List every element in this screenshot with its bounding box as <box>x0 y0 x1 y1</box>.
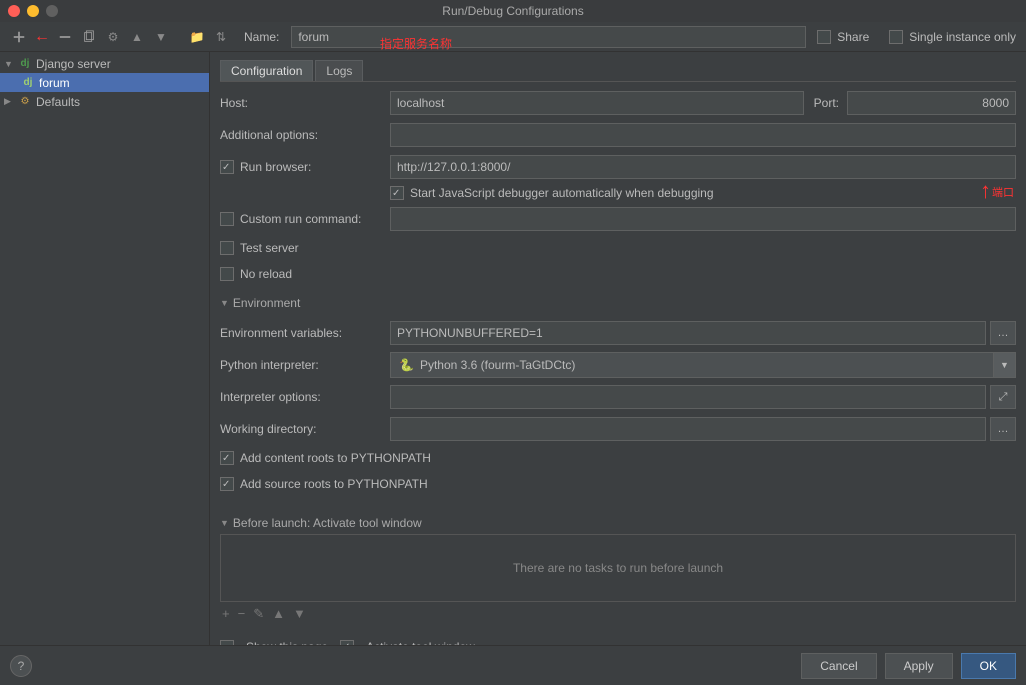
annotation-port-hint: 端口 <box>992 184 1014 200</box>
python-icon: 🐍 <box>399 358 414 372</box>
before-launch-list: There are no tasks to run before launch <box>220 534 1016 602</box>
django-icon: dj <box>17 58 33 69</box>
env-vars-label: Environment variables: <box>220 326 390 340</box>
minimize-icon[interactable] <box>27 5 39 17</box>
show-this-page-checkbox[interactable] <box>220 640 234 645</box>
run-browser-input[interactable] <box>390 155 1016 179</box>
python-interpreter-dropdown[interactable]: 🐍 Python 3.6 (fourm-TaGtDCtc) ▼ <box>390 352 1016 378</box>
chevron-down-icon: ▼ <box>4 59 14 69</box>
annotation-arrow-add: ← <box>34 28 50 46</box>
python-interpreter-label: Python interpreter: <box>220 358 390 372</box>
no-reload-label: No reload <box>220 267 390 281</box>
host-input[interactable] <box>390 91 804 115</box>
add-config-icon[interactable] <box>10 28 28 46</box>
gear-icon: ⚙ <box>17 96 33 107</box>
custom-run-command-input[interactable] <box>390 207 1016 231</box>
edit-task-icon[interactable]: ✎ <box>253 606 264 622</box>
single-instance-label: Single instance only <box>909 30 1016 44</box>
annotation-arrow-port: ↑ <box>980 178 991 204</box>
close-icon[interactable] <box>8 5 20 17</box>
env-vars-input[interactable] <box>390 321 986 345</box>
cancel-button[interactable]: Cancel <box>801 653 876 679</box>
add-content-roots-checkbox[interactable] <box>220 451 234 465</box>
add-source-roots-label: Add source roots to PYTHONPATH <box>220 477 436 491</box>
toolbar: ← ⚙ ▲ ▼ 📁 ⇅ Name: 指定服务名称 Share Single in… <box>0 22 1026 52</box>
move-task-down-icon[interactable]: ▼ <box>293 606 306 622</box>
no-reload-checkbox[interactable] <box>220 267 234 281</box>
start-js-debugger-checkbox[interactable] <box>390 186 404 200</box>
add-content-roots-label: Add content roots to PYTHONPATH <box>220 451 439 465</box>
run-browser-checkbox[interactable] <box>220 160 234 174</box>
remove-task-icon[interactable]: − <box>238 606 246 622</box>
tab-logs[interactable]: Logs <box>315 60 363 81</box>
working-directory-browse-button[interactable]: … <box>990 417 1016 441</box>
sort-icon[interactable]: ⇅ <box>212 28 230 46</box>
environment-section-header[interactable]: ▼ Environment <box>220 296 1016 310</box>
move-up-icon[interactable]: ▲ <box>128 28 146 46</box>
custom-run-command-label: Custom run command: <box>220 212 390 226</box>
test-server-label: Test server <box>220 241 390 255</box>
env-vars-browse-button[interactable]: … <box>990 321 1016 345</box>
add-source-roots-checkbox[interactable] <box>220 477 234 491</box>
remove-config-icon[interactable] <box>56 28 74 46</box>
single-instance-checkbox[interactable] <box>889 30 903 44</box>
name-input[interactable] <box>291 26 806 48</box>
show-this-page-label: Show this page <box>246 640 328 645</box>
main-panel: Configuration Logs Host: Port: Additiona… <box>210 52 1026 645</box>
expand-button[interactable]: ⤢ <box>990 385 1016 409</box>
run-browser-label: Run browser: <box>220 160 390 174</box>
port-label: Port: <box>814 96 839 110</box>
no-tasks-label: There are no tasks to run before launch <box>513 561 723 575</box>
tree-label: Django server <box>36 57 111 71</box>
interpreter-options-label: Interpreter options: <box>220 390 390 404</box>
move-down-icon[interactable]: ▼ <box>152 28 170 46</box>
additional-options-label: Additional options: <box>220 128 390 142</box>
window-controls <box>8 5 58 17</box>
apply-button[interactable]: Apply <box>885 653 953 679</box>
move-task-up-icon[interactable]: ▲ <box>272 606 285 622</box>
config-tree: ▼ dj Django server dj forum ▶ ⚙ Defaults <box>0 52 210 645</box>
before-launch-toolbar: + − ✎ ▲ ▼ <box>220 602 1016 626</box>
working-directory-input[interactable] <box>390 417 986 441</box>
chevron-down-icon: ▼ <box>993 353 1015 377</box>
tree-node-defaults[interactable]: ▶ ⚙ Defaults <box>0 92 209 111</box>
tree-label: Defaults <box>36 95 80 109</box>
folder-icon[interactable]: 📁 <box>188 28 206 46</box>
tree-node-django-server[interactable]: ▼ dj Django server <box>0 54 209 73</box>
tab-configuration[interactable]: Configuration <box>220 60 313 81</box>
window-title: Run/Debug Configurations <box>8 4 1018 18</box>
share-label: Share <box>837 30 869 44</box>
test-server-checkbox[interactable] <box>220 241 234 255</box>
before-launch-section-header[interactable]: ▼ Before launch: Activate tool window <box>220 516 1016 530</box>
add-task-icon[interactable]: + <box>222 606 230 622</box>
annotation-name-hint: 指定服务名称 <box>380 35 452 52</box>
custom-run-command-checkbox[interactable] <box>220 212 234 226</box>
share-checkbox[interactable] <box>817 30 831 44</box>
port-input[interactable] <box>847 91 1016 115</box>
settings-icon[interactable]: ⚙ <box>104 28 122 46</box>
chevron-down-icon: ▼ <box>220 298 229 308</box>
copy-config-icon[interactable] <box>80 28 98 46</box>
name-label: Name: <box>244 30 279 44</box>
additional-options-input[interactable] <box>390 123 1016 147</box>
start-js-debugger-label: Start JavaScript debugger automatically … <box>410 186 714 200</box>
chevron-right-icon: ▶ <box>4 96 14 107</box>
host-label: Host: <box>220 96 390 110</box>
interpreter-options-input[interactable] <box>390 385 986 409</box>
django-icon: dj <box>20 77 36 88</box>
footer: ? Cancel Apply OK <box>0 645 1026 685</box>
ok-button[interactable]: OK <box>961 653 1016 679</box>
tree-label: forum <box>39 76 70 90</box>
activate-tool-window-checkbox[interactable] <box>340 640 354 645</box>
activate-tool-window-label: Activate tool window <box>366 640 475 645</box>
tabs: Configuration Logs <box>220 60 1016 82</box>
working-directory-label: Working directory: <box>220 422 390 436</box>
help-button[interactable]: ? <box>10 655 32 677</box>
titlebar: Run/Debug Configurations <box>0 0 1026 22</box>
chevron-down-icon: ▼ <box>220 518 229 528</box>
tree-node-forum[interactable]: dj forum <box>0 73 209 92</box>
maximize-icon <box>46 5 58 17</box>
